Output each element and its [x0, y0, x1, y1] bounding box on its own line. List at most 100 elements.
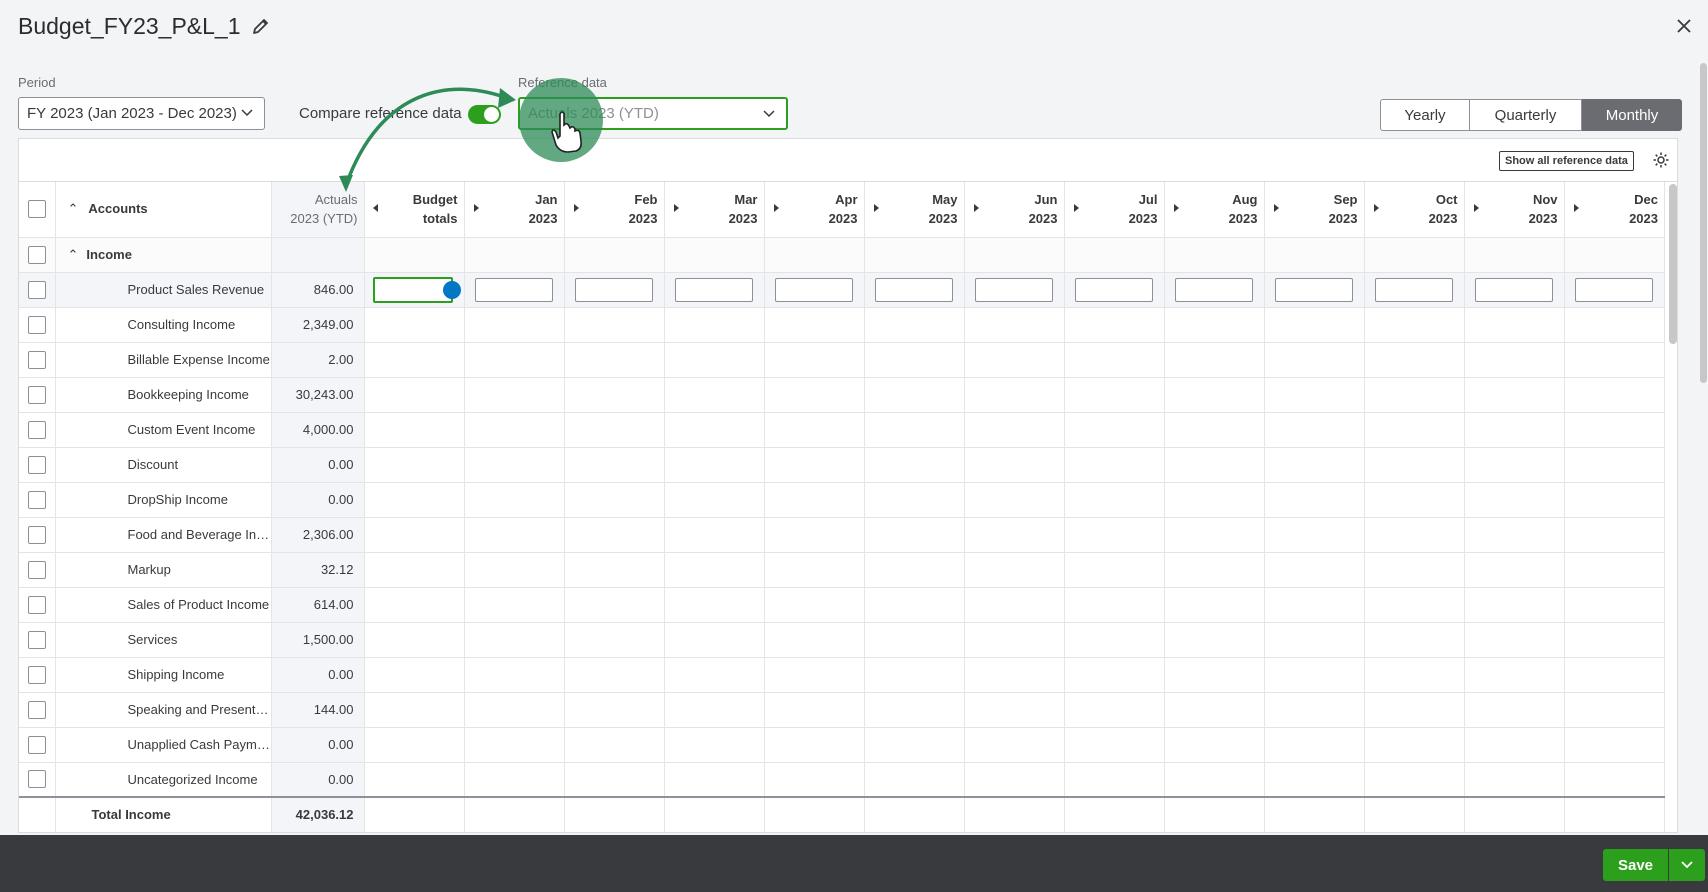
month-cell[interactable]: [564, 692, 665, 728]
month-cell[interactable]: [1364, 762, 1465, 798]
month-cell[interactable]: [1264, 482, 1365, 518]
accounts-header[interactable]: ⌃ Accounts: [55, 182, 272, 238]
select-all-checkbox[interactable]: [27, 200, 46, 219]
expand-caret-icon[interactable]: [573, 204, 579, 212]
month-cell[interactable]: [1364, 517, 1465, 553]
month-cell[interactable]: [764, 552, 865, 588]
month-cell[interactable]: [664, 412, 765, 448]
month-amount-input[interactable]: [975, 277, 1053, 302]
month-cell[interactable]: [1264, 517, 1365, 553]
expand-caret-icon[interactable]: [973, 204, 979, 212]
month-amount-input[interactable]: [675, 277, 753, 302]
month-cell[interactable]: [1064, 412, 1165, 448]
month-cell[interactable]: [464, 587, 565, 623]
collapse-caret-icon[interactable]: [372, 204, 378, 212]
month-cell[interactable]: [964, 307, 1065, 343]
month-cell[interactable]: [564, 762, 665, 798]
row-checkbox[interactable]: [27, 770, 46, 789]
month-cell[interactable]: [764, 657, 865, 693]
month-cell[interactable]: [864, 517, 965, 553]
month-cell[interactable]: [1464, 552, 1565, 588]
month-cell[interactable]: [964, 622, 1065, 658]
month-cell[interactable]: [1264, 307, 1365, 343]
month-cell[interactable]: [864, 587, 965, 623]
month-amount-input[interactable]: [1175, 277, 1253, 302]
month-cell[interactable]: [1064, 762, 1165, 798]
month-cell[interactable]: [1064, 307, 1165, 343]
month-cell[interactable]: [1564, 377, 1665, 413]
month-cell[interactable]: [1164, 622, 1265, 658]
month-cell[interactable]: [1064, 447, 1165, 483]
month-cell[interactable]: [1164, 482, 1265, 518]
budget-total-cell[interactable]: [364, 342, 465, 378]
month-cell[interactable]: [764, 517, 865, 553]
month-cell[interactable]: [764, 762, 865, 798]
month-cell[interactable]: [764, 377, 865, 413]
month-cell[interactable]: [1464, 307, 1565, 343]
month-cell[interactable]: [1364, 342, 1465, 378]
row-checkbox[interactable]: [27, 385, 46, 404]
month-cell[interactable]: [1464, 622, 1565, 658]
month-cell[interactable]: [664, 657, 765, 693]
month-cell[interactable]: [1464, 447, 1565, 483]
month-cell[interactable]: [564, 482, 665, 518]
row-checkbox[interactable]: [27, 700, 46, 719]
month-cell[interactable]: [1064, 377, 1165, 413]
month-cell[interactable]: [764, 307, 865, 343]
month-amount-input[interactable]: [775, 277, 853, 302]
month-cell[interactable]: [1364, 377, 1465, 413]
row-checkbox[interactable]: [27, 560, 46, 579]
month-cell[interactable]: [464, 412, 565, 448]
month-cell[interactable]: [1564, 342, 1665, 378]
month-cell[interactable]: [1064, 482, 1165, 518]
month-cell[interactable]: [564, 412, 665, 448]
month-cell[interactable]: [964, 342, 1065, 378]
month-cell[interactable]: [564, 587, 665, 623]
budget-total-cell[interactable]: [364, 552, 465, 588]
month-cell[interactable]: [1164, 727, 1265, 763]
month-cell[interactable]: [1064, 692, 1165, 728]
monthly-button[interactable]: Monthly: [1582, 99, 1682, 131]
month-cell[interactable]: [1564, 587, 1665, 623]
month-cell[interactable]: [1464, 342, 1565, 378]
close-icon[interactable]: [1674, 16, 1694, 36]
month-cell[interactable]: [1164, 307, 1265, 343]
budget-total-cell[interactable]: [364, 447, 465, 483]
month-cell[interactable]: [1364, 412, 1465, 448]
page-scrollbar[interactable]: [1700, 63, 1707, 383]
gear-icon[interactable]: [1652, 151, 1670, 169]
month-cell[interactable]: [1564, 552, 1665, 588]
expand-caret-icon[interactable]: [1073, 204, 1079, 212]
month-cell[interactable]: [1164, 342, 1265, 378]
budget-total-cell[interactable]: [364, 482, 465, 518]
month-cell[interactable]: [1464, 482, 1565, 518]
row-checkbox[interactable]: [27, 315, 46, 334]
month-cell[interactable]: [464, 727, 565, 763]
month-cell[interactable]: [664, 552, 765, 588]
month-cell[interactable]: [1564, 412, 1665, 448]
month-cell[interactable]: [764, 412, 865, 448]
month-cell[interactable]: [1164, 692, 1265, 728]
month-cell[interactable]: [1064, 342, 1165, 378]
month-cell[interactable]: [864, 377, 965, 413]
save-options-button[interactable]: [1669, 849, 1705, 881]
month-amount-input[interactable]: [475, 277, 553, 302]
month-cell[interactable]: [1464, 657, 1565, 693]
month-cell[interactable]: [1064, 622, 1165, 658]
month-cell[interactable]: [1364, 307, 1465, 343]
month-cell[interactable]: [764, 692, 865, 728]
month-amount-input[interactable]: [1075, 277, 1153, 302]
month-cell[interactable]: [664, 587, 765, 623]
month-cell[interactable]: [964, 447, 1065, 483]
month-cell[interactable]: [464, 517, 565, 553]
month-cell[interactable]: [1364, 447, 1465, 483]
budget-total-cell[interactable]: [364, 377, 465, 413]
month-cell[interactable]: [864, 342, 965, 378]
month-cell[interactable]: [1064, 587, 1165, 623]
expand-caret-icon[interactable]: [1473, 204, 1479, 212]
show-all-reference-button[interactable]: Show all reference data: [1499, 151, 1634, 171]
month-cell[interactable]: [764, 342, 865, 378]
budget-total-cell[interactable]: [364, 692, 465, 728]
month-cell[interactable]: [1064, 657, 1165, 693]
month-amount-input[interactable]: [1475, 277, 1553, 302]
